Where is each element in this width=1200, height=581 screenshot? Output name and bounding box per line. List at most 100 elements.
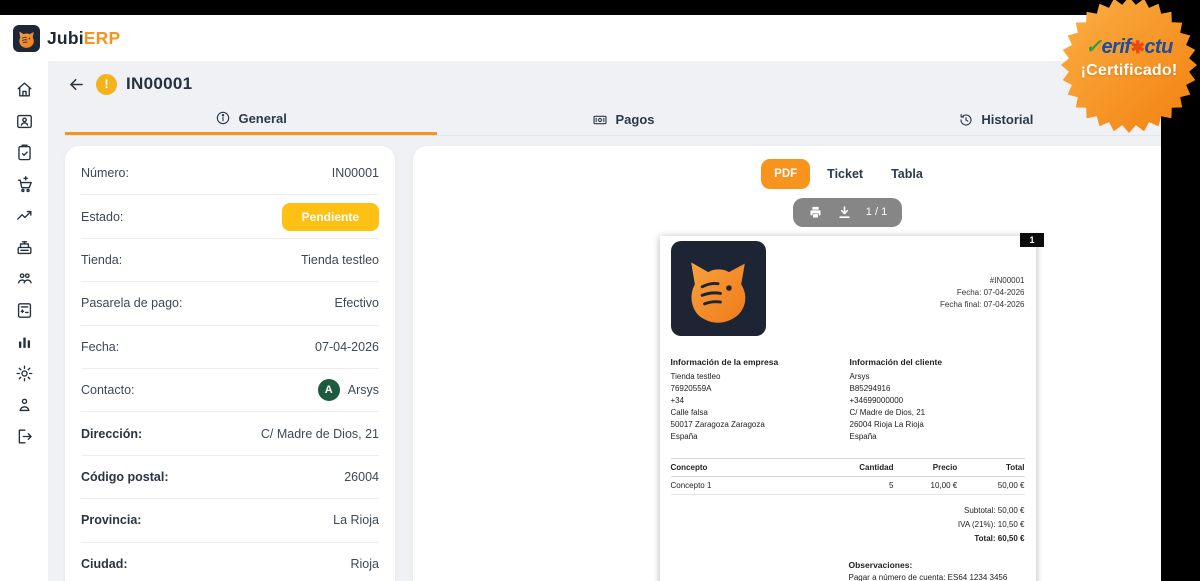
invoice-company-logo	[671, 241, 766, 336]
detail-value: IN00001	[332, 166, 379, 180]
detail-row-numero: Número: IN00001	[81, 152, 379, 195]
observations-title: Observaciones:	[849, 560, 1025, 570]
cash-register-icon	[15, 238, 34, 257]
observations-text: Pagar a número de cuenta: ES64 1234 3456…	[849, 572, 1025, 581]
pdf-mode-button[interactable]: PDF	[761, 159, 810, 189]
company-info-line: Calle falsa	[671, 407, 850, 419]
sidebar-item-register[interactable]	[8, 232, 40, 264]
document-viewer-panel: PDF Ticket Tabla 1 / 1	[413, 146, 1161, 581]
detail-row-codigo-postal: Código postal: 26004	[81, 456, 379, 499]
detail-row-tienda: Tienda: Tienda testleo	[81, 239, 379, 282]
table-cell: 5	[826, 481, 893, 490]
company-info: Información de la empresa Tienda testleo…	[671, 357, 850, 443]
print-button[interactable]	[808, 205, 823, 220]
cart-plus-icon	[15, 175, 34, 194]
history-icon	[958, 112, 974, 128]
sidebar-item-customers[interactable]	[8, 263, 40, 295]
sidebar-item-reports[interactable]	[8, 326, 40, 358]
sidebar-item-tasks[interactable]	[8, 137, 40, 169]
page-title: IN00001	[126, 74, 192, 94]
invoice-number: #IN00001	[940, 275, 1025, 287]
pending-status-icon: !	[96, 74, 117, 95]
subtotal-value: 50,00 €	[998, 506, 1025, 515]
gear-icon	[15, 364, 34, 383]
detail-label: Ciudad:	[81, 557, 128, 571]
app-window: JubiERP	[0, 15, 1161, 581]
detail-value: La Rioja	[333, 513, 379, 527]
detail-row-provincia: Provincia: La Rioja	[81, 499, 379, 542]
tab-general-label: General	[238, 111, 286, 126]
download-icon	[837, 205, 852, 220]
cat-logo-icon	[16, 28, 37, 49]
invoice-meta: #IN00001 Fecha: 07-04-2026 Fecha final: …	[940, 275, 1025, 336]
client-info-line: 26004 Rioja La Rioja	[850, 419, 1025, 431]
detail-value: Rioja	[351, 557, 380, 571]
certificate-text: ✓erif✱ctu ¡Certificado!	[1058, 34, 1200, 80]
table-header-cell: Concepto	[671, 463, 827, 472]
detail-value: 07-04-2026	[315, 340, 379, 354]
sidebar-item-settings[interactable]	[8, 358, 40, 390]
sidebar-item-accounting[interactable]	[8, 295, 40, 327]
home-icon	[15, 80, 34, 99]
logout-icon	[15, 427, 34, 446]
sidebar-item-profile[interactable]	[8, 389, 40, 421]
detail-label: Dirección:	[81, 427, 142, 441]
company-info-line: Tienda testleo	[671, 371, 850, 383]
contact-name: Arsys	[348, 383, 379, 397]
sidebar-item-logout[interactable]	[8, 421, 40, 453]
tab-general[interactable]: General	[65, 104, 437, 135]
users-icon	[15, 269, 34, 288]
subtotal-line: Subtotal: 50,00 €	[671, 504, 1025, 518]
contact-avatar: A	[318, 379, 340, 401]
sidebar-item-home[interactable]	[8, 74, 40, 106]
company-info-line: España	[671, 431, 850, 443]
tab-pagos[interactable]: Pagos	[437, 104, 809, 135]
detail-value: Efectivo	[335, 296, 379, 310]
company-info-title: Información de la empresa	[671, 357, 850, 367]
brand-name: JubiERP	[47, 28, 120, 49]
brand-logo	[13, 25, 40, 52]
verifactu-star: ✱	[1131, 38, 1145, 57]
invoice-date: Fecha: 07-04-2026	[940, 287, 1025, 299]
table-cell: 50,00 €	[957, 481, 1024, 490]
ticket-mode-button[interactable]: Ticket	[816, 159, 874, 189]
tab-pagos-label: Pagos	[615, 112, 654, 127]
invoice-line-items-table: Concepto Cantidad Precio Total Concepto …	[671, 458, 1025, 495]
client-info-line: España	[850, 431, 1025, 443]
table-cell: Concepto 1	[671, 481, 827, 490]
sidebar-item-sales[interactable]	[8, 200, 40, 232]
table-header-row: Concepto Cantidad Precio Total	[671, 458, 1025, 477]
brand-name-primary: Jubi	[47, 28, 84, 48]
client-info-line: C/ Madre de Dios, 21	[850, 407, 1025, 419]
total-line: Total: 60,50 €	[671, 532, 1025, 546]
detail-label: Número:	[81, 166, 129, 180]
download-button[interactable]	[837, 205, 852, 220]
sidebar-item-contacts[interactable]	[8, 106, 40, 138]
total-label: Total:	[974, 534, 995, 543]
table-row: Concepto 1 5 10,00 € 50,00 €	[671, 477, 1025, 495]
back-button[interactable]	[65, 73, 87, 95]
tax-line: IVA (21%): 10,50 €	[671, 518, 1025, 532]
verifactu-part1: erif	[1101, 36, 1130, 58]
tax-label: IVA (21%):	[958, 520, 996, 529]
calculator-icon	[15, 301, 34, 320]
payments-icon	[592, 112, 608, 128]
client-info-line: B85294916	[850, 383, 1025, 395]
sidebar-item-cart[interactable]	[8, 169, 40, 201]
page-indicator: 1 / 1	[866, 206, 887, 218]
company-info-line: +34	[671, 395, 850, 407]
subtotal-label: Subtotal:	[964, 506, 996, 515]
detail-value: 26004	[344, 470, 379, 484]
client-info-title: Información del cliente	[850, 357, 1025, 367]
table-header-cell: Total	[957, 463, 1024, 472]
verifactu-part2: ctu	[1144, 36, 1173, 58]
detail-value: Tienda testleo	[301, 253, 379, 267]
tabla-mode-button[interactable]: Tabla	[880, 159, 934, 189]
info-icon	[215, 110, 231, 126]
status-badge[interactable]: Pendiente	[282, 203, 379, 231]
client-info-line: Arsys	[850, 371, 1025, 383]
company-info-line: 76920559A	[671, 383, 850, 395]
invoice-totals: Subtotal: 50,00 € IVA (21%): 10,50 € Tot…	[671, 504, 1025, 547]
brand-bar: JubiERP	[0, 15, 1161, 61]
id-card-icon	[15, 112, 34, 131]
